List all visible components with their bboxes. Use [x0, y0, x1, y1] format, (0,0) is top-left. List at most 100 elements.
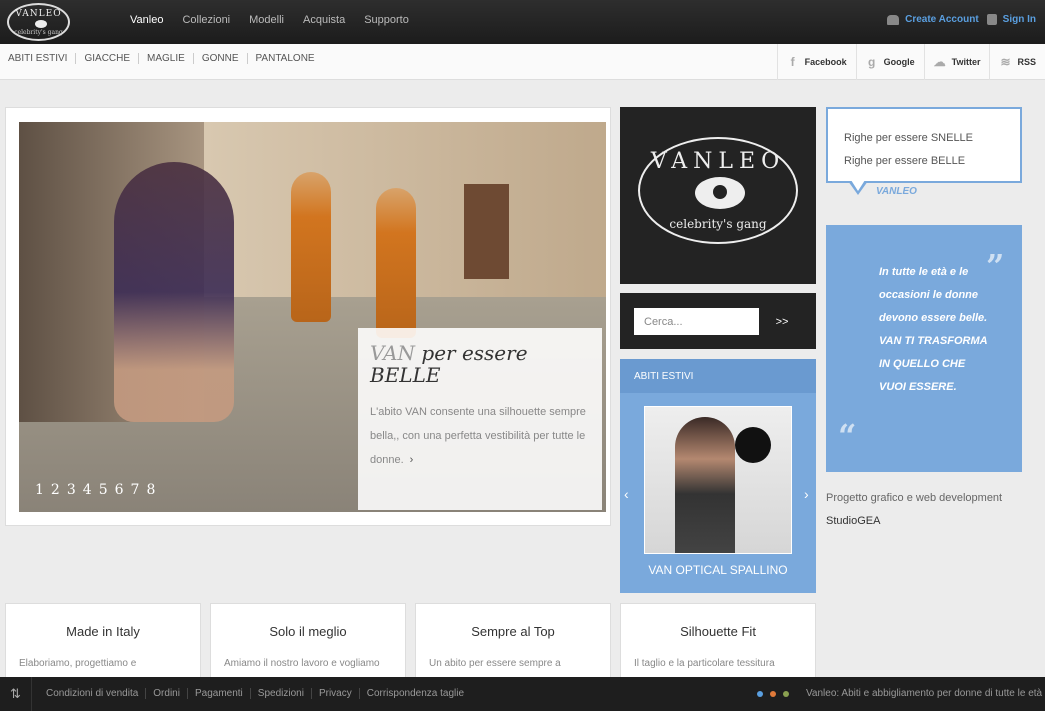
footer-link[interactable]: Condizioni di vendita [46, 688, 145, 699]
logo-eye-icon [35, 20, 47, 28]
footer-links: Condizioni di vendita Ordini Pagamenti S… [46, 688, 471, 699]
lock-icon [986, 14, 997, 25]
pager-item[interactable]: 8 [146, 482, 155, 498]
search-box: >> [620, 293, 816, 349]
slide-pager: 1 2 3 4 5 6 7 8 [35, 482, 162, 498]
brand-logo-box: VANLEO celebrity's gang [620, 107, 816, 284]
search-input[interactable] [634, 308, 759, 335]
bubble-author: VANLEO [876, 186, 917, 197]
caption-body: L'abito VAN consente una silhouette semp… [370, 406, 586, 466]
cat-pantalone[interactable]: PANTALONE [246, 53, 323, 64]
feature-card: Made in Italy Elaboriamo, progettiamo e [5, 603, 201, 683]
bubble-tail-inner [851, 180, 865, 191]
social-links: f Facebook g Google ☁ Twitter ≋ RSS [776, 44, 1045, 80]
feature-title: Made in Italy [66, 624, 140, 639]
vanleo-big-logo: VANLEO celebrity's gang [638, 137, 798, 244]
bubble-line-2: Righe per essere BELLE [844, 155, 966, 167]
hero-photo: VAN per essere BELLE L'abito VAN consent… [19, 122, 606, 512]
facebook-icon: f [790, 55, 795, 69]
theme-dot-blue[interactable] [757, 691, 763, 697]
logo-text: VANLEO [15, 9, 62, 19]
credit-label: Progetto grafico e web development [826, 492, 1003, 504]
caption-text: L'abito VAN consente una silhouette semp… [370, 400, 590, 472]
caption-title: VAN per essere BELLE [370, 342, 590, 386]
caption-van: VAN [370, 341, 416, 365]
bubble-line-1: Righe per essere SNELLE [844, 132, 974, 144]
feature-card: Silhouette Fit Il taglio e la particolar… [620, 603, 816, 683]
theme-dot-green[interactable] [783, 691, 789, 697]
pager-item[interactable]: 3 [67, 482, 76, 498]
read-more-arrow-icon[interactable]: › [410, 454, 414, 466]
pager-item[interactable]: 6 [115, 482, 124, 498]
scroll-top-icon[interactable]: ⇅ [0, 677, 32, 711]
cat-abiti-estivi[interactable]: ABITI ESTIVI [8, 53, 75, 64]
footer-link[interactable]: Pagamenti [186, 688, 250, 699]
footer-link[interactable]: Privacy [310, 688, 359, 699]
nav-modelli[interactable]: Modelli [249, 14, 284, 26]
pager-item[interactable]: 7 [131, 482, 140, 498]
feature-title: Solo il meglio [269, 624, 347, 639]
sign-in-link[interactable]: Sign In [1003, 14, 1036, 25]
nav-vanleo[interactable]: Vanleo [130, 14, 163, 26]
product-model [675, 417, 735, 553]
theme-dots [757, 691, 796, 697]
top-navbar: VANLEO celebrity's gang Vanleo Collezion… [0, 0, 1045, 44]
pager-item[interactable]: 5 [99, 482, 108, 498]
testimonial-bubble: Righe per essere SNELLE Righe per essere… [826, 107, 1022, 183]
category-bar: ABITI ESTIVI GIACCHE MAGLIE GONNE PANTAL… [0, 44, 1045, 80]
blue-quote-text: In tutte le età e le occasioni le donne … [879, 266, 988, 393]
feature-card: Solo il meglio Amiamo il nostro lavoro e… [210, 603, 406, 683]
nav-supporto[interactable]: Supporto [364, 14, 409, 26]
pager-item[interactable]: 4 [83, 482, 92, 498]
footer-bar: ⇅ Condizioni di vendita Ordini Pagamenti… [0, 677, 1045, 711]
photo-monk [291, 172, 331, 322]
cat-maglie[interactable]: MAGLIE [138, 53, 193, 64]
create-account-link[interactable]: Create Account [905, 14, 979, 25]
caption-title-line2: BELLE [370, 363, 441, 387]
footer-link[interactable]: Spedizioni [249, 688, 311, 699]
next-arrow-icon[interactable]: › [804, 486, 809, 502]
abiti-product-photo[interactable] [644, 406, 792, 554]
pager-item[interactable]: 2 [51, 482, 60, 498]
photo-monk [376, 188, 416, 338]
footer-link[interactable]: Corrispondenza taglie [358, 688, 471, 699]
footer-tagline: Vanleo: Abiti e abbigliamento per donne … [806, 688, 1043, 699]
search-button[interactable]: >> [762, 308, 802, 335]
cat-giacche[interactable]: GIACCHE [75, 53, 138, 64]
footer-link[interactable]: Ordini [145, 688, 187, 699]
social-label: Twitter [951, 57, 981, 67]
feature-title: Sempre al Top [471, 624, 555, 639]
feature-desc: Elaboriamo, progettiamo e [19, 658, 137, 669]
cat-gonne[interactable]: GONNE [192, 53, 247, 64]
feature-card: Sempre al Top Un abito per essere sempre… [415, 603, 611, 683]
vanleo-logo[interactable]: VANLEO celebrity's gang [7, 3, 70, 41]
blue-quote-box: ” In tutte le età e le occasioni le donn… [826, 225, 1022, 472]
credit-link[interactable]: StudioGEA [826, 515, 880, 527]
nav-acquista[interactable]: Acquista [303, 14, 345, 26]
prev-arrow-icon[interactable]: ‹ [624, 486, 629, 502]
feature-desc: Un abito per essere sempre a [429, 658, 561, 669]
social-label: Facebook [804, 57, 847, 67]
slide-caption: VAN per essere BELLE L'abito VAN consent… [358, 328, 602, 510]
social-label: Google [883, 57, 915, 67]
nav-collezioni[interactable]: Collezioni [182, 14, 230, 26]
pager-item[interactable]: 1 [35, 482, 44, 498]
caption-title-line1: per essere [421, 341, 528, 365]
feature-desc: Il taglio e la particolare tessitura [634, 658, 775, 669]
category-nav: ABITI ESTIVI GIACCHE MAGLIE GONNE PANTAL… [8, 53, 323, 64]
photo-model [114, 162, 234, 422]
social-label: RSS [1017, 57, 1036, 67]
social-rss[interactable]: ≋ RSS [989, 44, 1045, 80]
abiti-estivi-widget: ABITI ESTIVI ‹ › VAN OPTICAL SPALLINO [620, 359, 816, 593]
abiti-caption[interactable]: VAN OPTICAL SPALLINO [620, 563, 816, 577]
photo-door [464, 184, 509, 279]
twitter-icon: ☁ [933, 55, 946, 69]
social-google[interactable]: g Google [855, 44, 924, 80]
main-nav: Vanleo Collezioni Modelli Acquista Suppo… [130, 14, 428, 26]
big-logo-text: VANLEO [650, 149, 786, 174]
social-twitter[interactable]: ☁ Twitter [923, 44, 990, 80]
open-quote-icon: “ [838, 417, 857, 455]
abiti-header: ABITI ESTIVI [620, 359, 816, 393]
theme-dot-orange[interactable] [770, 691, 776, 697]
social-facebook[interactable]: f Facebook [776, 44, 856, 80]
